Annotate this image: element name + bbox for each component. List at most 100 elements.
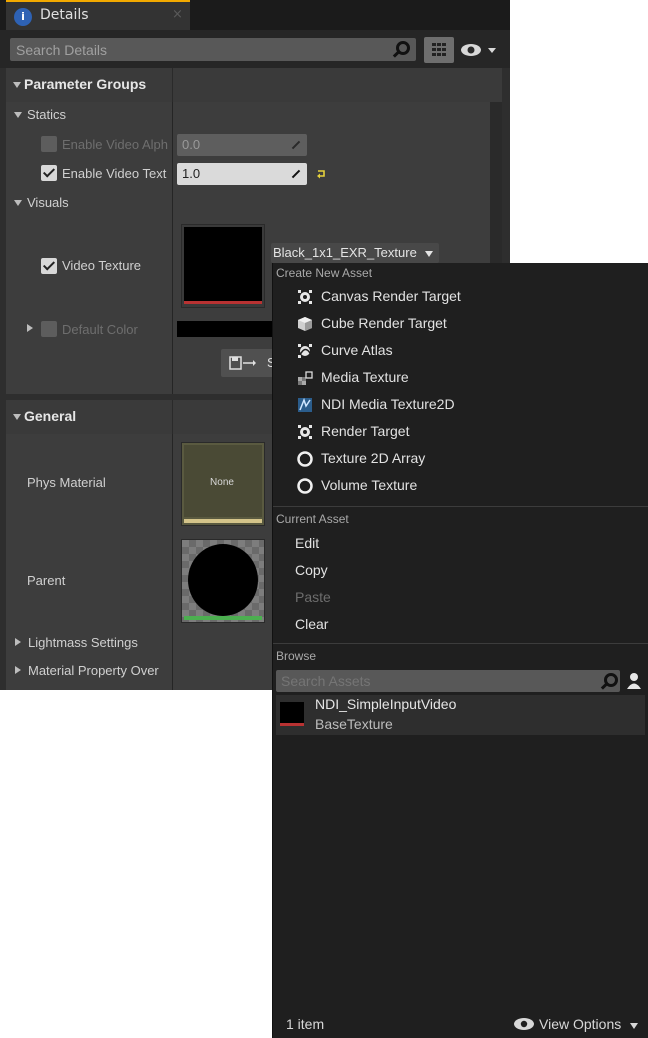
enable-video-alpha-value-field[interactable]: 0.0: [177, 134, 307, 156]
menu-separator: [273, 506, 648, 507]
user-filter-icon[interactable]: [625, 672, 643, 690]
canvas-render-target-icon: [298, 290, 312, 304]
asset-thumbnail: [280, 702, 304, 726]
render-target-icon: [298, 425, 312, 439]
menu-item-label: Render Target: [321, 423, 410, 439]
default-color-label: Default Color: [62, 322, 138, 337]
menu-item-label: Cube Render Target: [321, 315, 447, 331]
save-arrow-icon: [229, 356, 256, 370]
view-options-button[interactable]: View Options: [513, 1014, 643, 1034]
asset-count-label: 1 item: [286, 1016, 325, 1032]
phys-material-thumbnail[interactable]: None: [181, 442, 265, 526]
category-label: General: [24, 408, 77, 424]
asset-list-item[interactable]: NDI_SimpleInputVideo BaseTexture: [276, 695, 645, 735]
asset-search-box: [276, 670, 620, 692]
lightmass-settings-label: Lightmass Settings: [28, 635, 138, 650]
info-icon: i: [14, 8, 32, 26]
expand-arrow-icon: [13, 82, 21, 88]
menu-item-curve-atlas[interactable]: Curve Atlas: [295, 339, 635, 363]
asset-combo-label: Black_1x1_EXR_Texture: [273, 245, 417, 260]
group-lightmass-settings[interactable]: Lightmass Settings: [6, 632, 170, 654]
menu-separator: [273, 643, 648, 644]
property-matrix-button[interactable]: [424, 37, 454, 63]
video-texture-thumbnail[interactable]: [181, 224, 265, 308]
enable-video-alpha-checkbox[interactable]: [41, 136, 57, 152]
media-texture-icon: [298, 371, 313, 385]
phys-material-type-bar: [184, 519, 262, 523]
expand-arrow-icon: [15, 638, 21, 646]
material-property-overrides-label: Material Property Over: [28, 663, 159, 678]
material-sphere-preview: [188, 544, 258, 616]
asset-type: BaseTexture: [315, 716, 393, 732]
menu-item-label: NDI Media Texture2D: [321, 396, 455, 412]
drag-grip-icon: [291, 169, 301, 179]
expand-arrow-icon[interactable]: [27, 324, 33, 332]
parent-material-thumbnail[interactable]: [181, 539, 265, 623]
enable-video-alpha-value: 0.0: [182, 137, 201, 152]
volume-texture-icon: [297, 478, 313, 494]
save-to-asset-button[interactable]: S: [221, 349, 276, 377]
create-new-asset-header: Create New Asset: [276, 266, 373, 280]
parent-label: Parent: [27, 573, 66, 588]
parent-type-bar: [184, 616, 262, 620]
browse-header: Browse: [276, 649, 317, 663]
texture-type-bar: [184, 301, 262, 304]
expand-arrow-icon: [14, 200, 22, 206]
curve-atlas-icon: [298, 344, 312, 358]
menu-item-ndi-media-texture2d[interactable]: NDI Media Texture2D: [295, 393, 635, 417]
asset-name: NDI_SimpleInputVideo: [315, 696, 457, 712]
menu-item-render-target[interactable]: Render Target: [295, 420, 635, 444]
details-search-input[interactable]: [16, 40, 376, 59]
group-statics[interactable]: Statics: [6, 104, 166, 126]
view-options-label: View Options: [539, 1016, 622, 1032]
default-color-swatch[interactable]: [177, 321, 277, 337]
default-color-checkbox[interactable]: [41, 321, 57, 337]
column-divider: [172, 102, 173, 394]
menu-item-clear[interactable]: Clear: [295, 616, 328, 632]
phys-material-label: Phys Material: [27, 475, 106, 490]
menu-item-texture-2d-array[interactable]: Texture 2D Array: [295, 447, 635, 471]
category-parameter-groups[interactable]: Parameter Groups: [6, 68, 502, 102]
search-icon: [396, 41, 410, 55]
menu-item-cube-render-target[interactable]: Cube Render Target: [295, 312, 635, 336]
ndi-media-texture-icon: [298, 397, 312, 412]
group-material-property-overrides[interactable]: Material Property Over: [6, 660, 170, 682]
menu-item-edit[interactable]: Edit: [295, 535, 319, 551]
details-search-box: [10, 38, 416, 61]
menu-item-media-texture[interactable]: Media Texture: [295, 366, 635, 390]
phys-material-none-label: None: [210, 477, 234, 488]
menu-item-label: Volume Texture: [321, 477, 418, 493]
current-asset-header: Current Asset: [276, 512, 349, 526]
group-statics-label: Statics: [27, 107, 67, 122]
expand-arrow-icon: [13, 414, 21, 420]
group-visuals[interactable]: Visuals: [6, 192, 166, 214]
menu-item-volume-texture[interactable]: Volume Texture: [295, 474, 635, 498]
asset-picker-menu: Create New Asset Canvas Render Target Cu…: [272, 263, 648, 1038]
enable-video-texture-checkbox[interactable]: [41, 165, 57, 181]
eye-icon: [461, 44, 496, 56]
cube-render-target-icon: [298, 317, 312, 331]
video-texture-label: Video Texture: [62, 258, 142, 273]
tab-details[interactable]: i Details ×: [6, 0, 190, 30]
video-texture-checkbox[interactable]: [41, 258, 57, 274]
reset-to-default-icon[interactable]: [316, 169, 326, 179]
visibility-options-button[interactable]: [460, 42, 500, 58]
enable-video-texture-value: 1.0: [182, 166, 201, 181]
tab-details-label: Details: [40, 7, 89, 23]
menu-item-paste: Paste: [295, 589, 331, 605]
details-search-row: [0, 30, 510, 68]
enable-video-texture-value-field[interactable]: 1.0: [177, 163, 307, 185]
search-icon: [604, 673, 618, 687]
close-tab-icon[interactable]: ×: [172, 7, 183, 22]
asset-search-input[interactable]: [281, 672, 581, 690]
texture-2d-array-icon: [297, 451, 313, 467]
drag-grip-icon: [291, 140, 301, 150]
menu-item-copy[interactable]: Copy: [295, 562, 328, 578]
menu-item-label: Texture 2D Array: [321, 450, 426, 466]
column-divider: [172, 434, 173, 690]
menu-item-canvas-render-target[interactable]: Canvas Render Target: [295, 285, 635, 309]
chevron-down-icon: [630, 1023, 638, 1029]
video-texture-asset-combo[interactable]: Black_1x1_EXR_Texture: [271, 243, 439, 263]
expand-arrow-icon: [14, 112, 22, 118]
group-visuals-label: Visuals: [27, 195, 69, 210]
